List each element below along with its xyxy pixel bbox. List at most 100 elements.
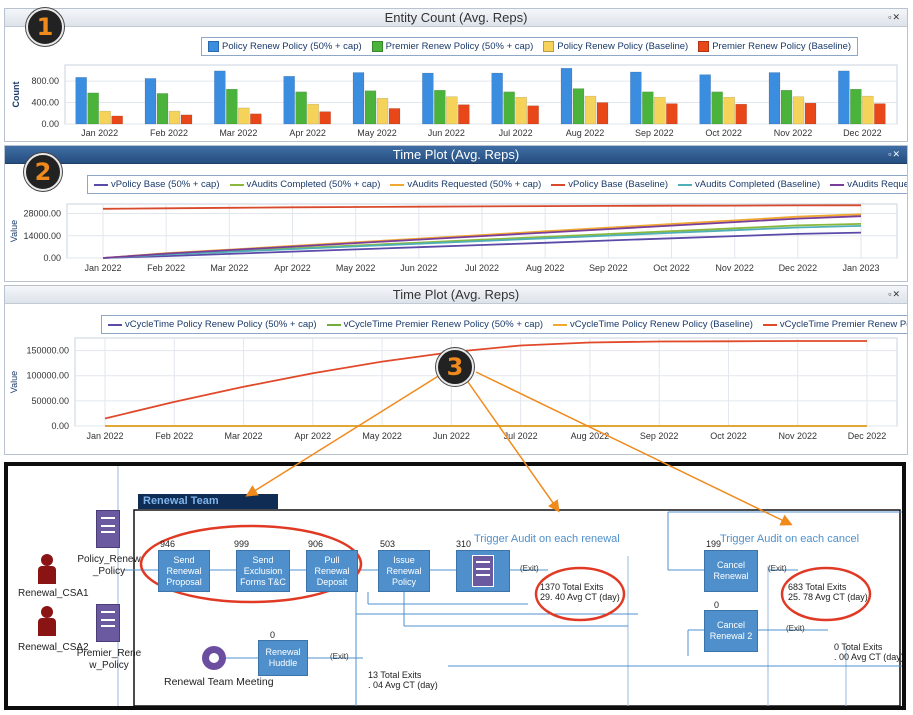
doc-label: Premier_Rene w_Policy [74,648,144,672]
bar [630,71,642,125]
x-tick-label: Jan 2022 [81,128,118,138]
bar [364,90,377,125]
bar [376,98,389,125]
x-tick-label: Jun 2022 [433,431,470,441]
entity-count-panel: Entity Count (Avg. Reps) ▫✕ Policy Renew… [4,8,908,142]
x-tick-label: Oct 2022 [653,263,690,273]
total-exits: 13 Total Exits [368,670,422,680]
team-label: Renewal Team [143,495,219,507]
bar [388,108,401,125]
step-cancel-renewal-2[interactable]: Cancel Renewal 2 [704,610,758,652]
bar [642,91,654,125]
y-tick-label: 100000.00 [26,371,69,381]
x-tick-label: Jul 2022 [465,263,499,273]
bar [723,96,735,125]
bar [874,103,886,125]
total-exits: 1370 Total Exits [540,582,604,592]
x-tick-label: Mar 2022 [225,431,263,441]
y-tick-label: 0.00 [43,253,61,263]
time-plot-chart-1: 0.00 14000.00 28000.00 Value Jan 2022 Feb 202… [9,203,898,273]
document-icon [472,555,494,587]
step-badge-2: 2 [24,153,62,191]
person-icon[interactable] [38,606,56,636]
y-tick-label: 400.00 [31,98,59,108]
x-tick-label: Sep 2022 [635,128,674,138]
step-send-renewal-proposal[interactable]: Send Renewal Proposal [158,550,210,592]
bar [792,96,805,125]
doc-label-line: w_Policy [89,660,129,671]
x-tick-label: Feb 2022 [150,128,188,138]
step-pull-renewal-deposit[interactable]: Pull Renewal Deposit [306,550,358,592]
y-tick-label: 150000.00 [26,346,69,356]
trigger-cancel-label: Trigger Audit on each cancel [720,533,860,545]
bar [838,70,850,125]
x-tick-label: Oct 2022 [705,128,742,138]
x-tick-label: May 2022 [357,128,397,138]
avg-ct: . 04 Avg CT (day) [368,680,438,690]
y-axis-label: Value [9,220,19,242]
x-tick-label: Sep 2022 [640,431,679,441]
total-exits: 0 Total Exits [834,642,883,652]
bar [768,72,781,125]
x-tick-label: Jul 2022 [504,431,538,441]
bar [352,72,365,125]
step-audit-document[interactable] [456,550,510,592]
exit-stats-huddle: 13 Total Exits . 04 Avg CT (day) [368,670,438,690]
x-tick-label: Jan 2022 [84,263,121,273]
step-renewal-huddle[interactable]: Renewal Huddle [258,640,308,676]
x-tick-label: May 2022 [336,263,376,273]
doc-label-line: _Policy [92,566,126,577]
bar [491,72,503,125]
x-tick-label: Apr 2022 [295,431,332,441]
document-icon[interactable] [96,510,120,548]
step-count: 310 [456,539,472,549]
bar [283,76,295,125]
exit-stats-cancel-2: 0 Total Exits . 00 Avg CT (day) [834,642,904,662]
step-badge-1: 1 [26,8,64,46]
x-tick-label: Sep 2022 [589,263,628,273]
x-tick-label: Mar 2022 [210,263,248,273]
bar [87,92,99,125]
y-tick-label: 0.00 [41,119,59,129]
bar [238,107,250,125]
bar [422,72,434,125]
bar [180,114,193,125]
person-icon[interactable] [38,554,56,584]
x-tick-label: Jan 2022 [86,431,123,441]
process-model-canvas: Renewal Team Renewal_CSA1 Renewal_CSA2 P… [4,462,906,710]
x-tick-label: Jan 2023 [842,263,879,273]
x-tick-label: Nov 2022 [715,263,754,273]
bar [527,105,539,125]
bar [780,89,793,125]
bar [446,96,458,125]
step-send-exclusion-forms[interactable]: Send Exclusion Forms T&C [236,550,290,592]
x-tick-label: Feb 2022 [147,263,185,273]
avg-ct: . 00 Avg CT (day) [834,652,904,662]
bar [666,103,678,125]
exit-stats-renewal: 1370 Total Exits 29. 40 Avg CT (day) [540,582,620,602]
x-tick-label: Dec 2022 [843,128,882,138]
bar [850,88,862,125]
step-issue-renewal-policy[interactable]: Issue Renewal Policy [378,550,430,592]
y-tick-label: 14000.00 [23,231,61,241]
x-tick-label: Dec 2022 [779,263,818,273]
x-tick-label: Aug 2022 [526,263,565,273]
y-tick-label: 50000.00 [31,396,69,406]
meeting-label: Renewal Team Meeting [164,676,274,688]
bar [144,78,157,125]
total-exits: 683 Total Exits [788,582,847,592]
x-tick-label: Aug 2022 [571,431,610,441]
exit-stats-cancel: 683 Total Exits 25. 78 Avg CT (day) [788,582,868,602]
bar [572,88,585,125]
exit-label: (Exit) [768,564,787,573]
y-tick-label: 0.00 [51,421,69,431]
plot-area [74,337,898,427]
bar [862,95,874,125]
x-tick-label: Apr 2022 [274,263,311,273]
document-icon[interactable] [96,604,120,642]
step-cancel-renewal[interactable]: Cancel Renewal [704,550,758,592]
bar [214,70,226,125]
bar [111,115,123,125]
bar [699,74,711,125]
step-badge-3: 3 [436,348,474,386]
